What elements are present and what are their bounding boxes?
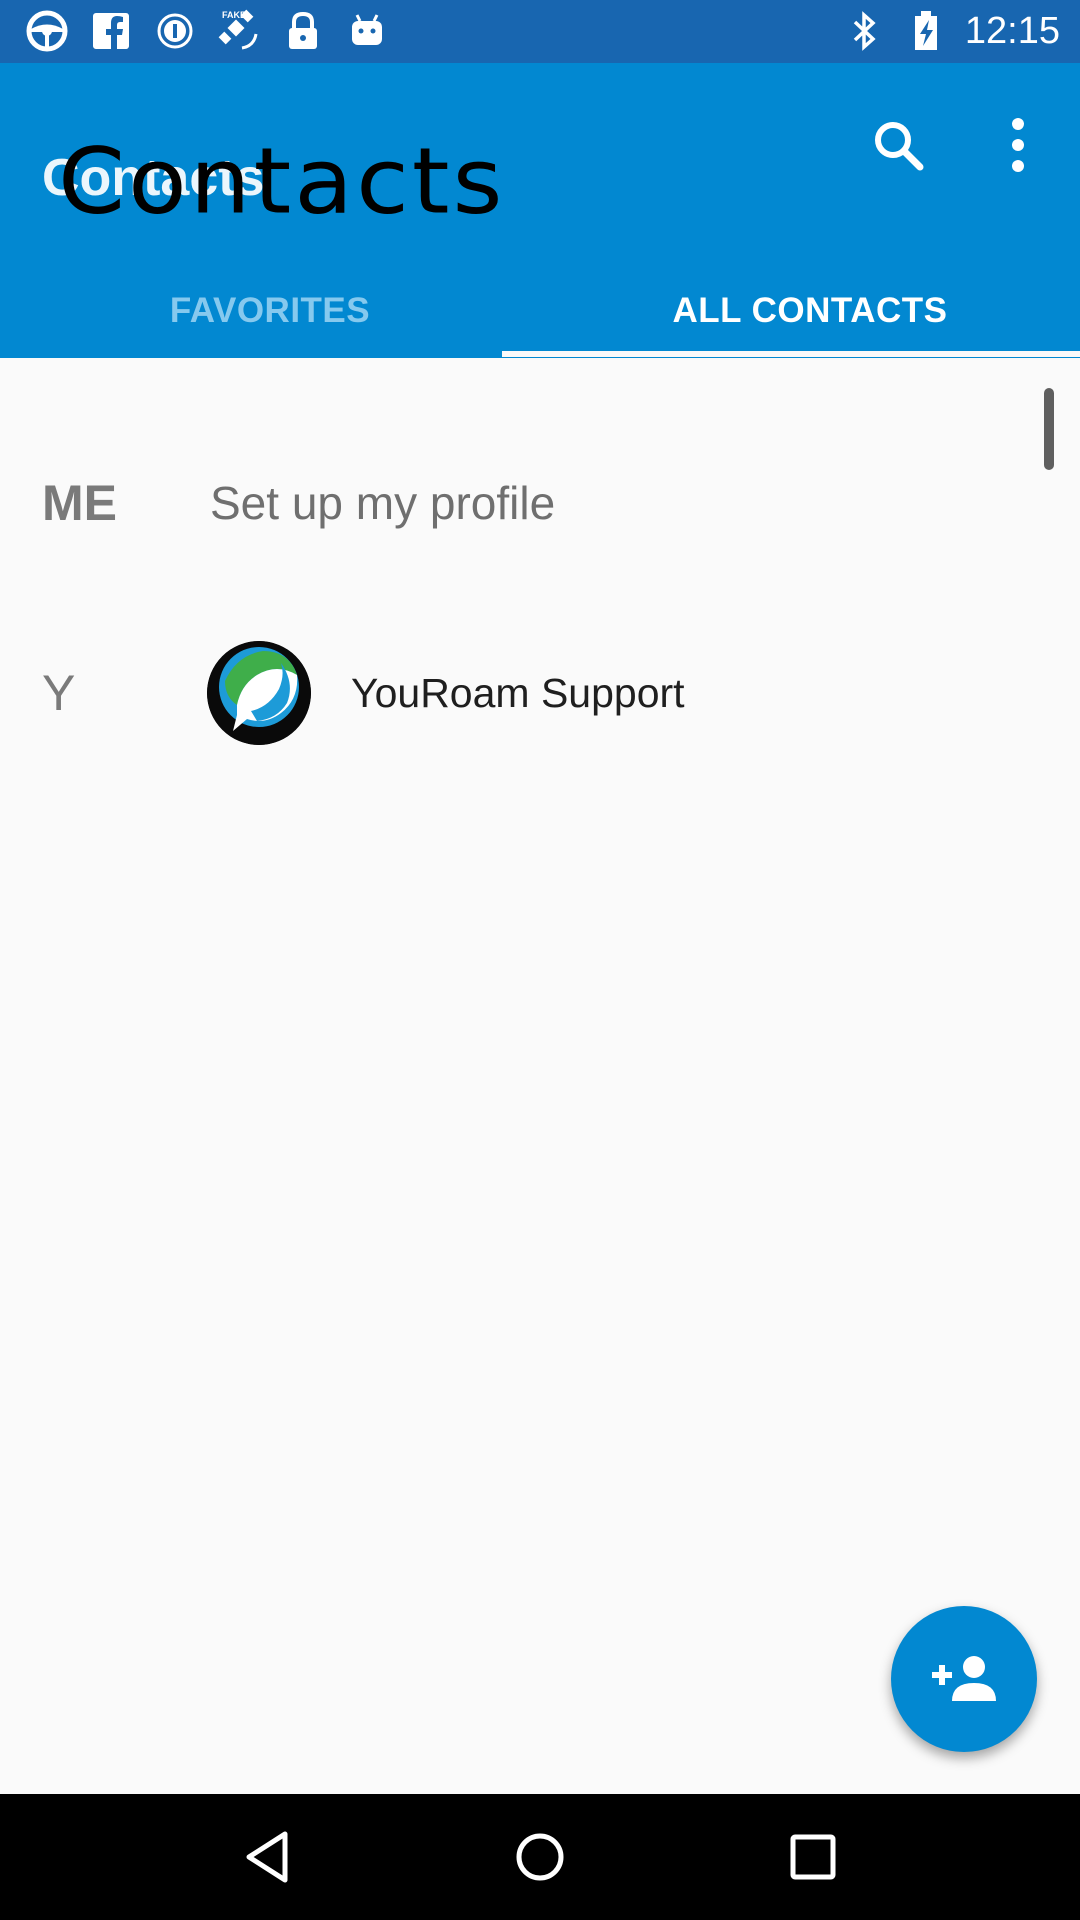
home-icon [516, 1833, 564, 1881]
more-vert-icon [1012, 118, 1024, 172]
add-person-icon [932, 1656, 996, 1701]
scrollbar[interactable] [1044, 388, 1054, 470]
recents-button[interactable] [753, 1807, 873, 1907]
recents-icon [790, 1834, 836, 1880]
lock-icon [280, 8, 326, 54]
section-header-me: ME [42, 475, 117, 531]
status-bar: FAKE 12:15 [0, 0, 1080, 63]
info-circle-icon [152, 8, 198, 54]
add-contact-button[interactable] [891, 1606, 1037, 1752]
battery-icon [903, 8, 949, 54]
list-item-contact[interactable]: Y YouRoam Support [0, 613, 1000, 773]
back-icon [246, 1831, 288, 1883]
clock: 12:15 [964, 9, 1060, 52]
steering-wheel-icon [24, 8, 70, 54]
fake-gps-satellite-icon: FAKE [216, 8, 262, 54]
search-button[interactable] [856, 103, 940, 187]
more-options-button[interactable] [976, 103, 1060, 187]
app-bar: Contacts Contacts FAVORITES ALL CONTACTS [0, 63, 1080, 358]
svg-text:FAKE: FAKE [222, 10, 246, 20]
tab-bar: FAVORITES ALL CONTACTS [0, 263, 1080, 358]
back-button[interactable] [207, 1807, 327, 1907]
list-item-my-profile[interactable]: ME Set up my profile [0, 438, 1000, 568]
search-icon [875, 122, 924, 171]
section-header-letter: Y [42, 665, 76, 721]
facebook-icon [88, 8, 134, 54]
android-icon [344, 8, 390, 54]
tab-favorites[interactable]: FAVORITES [0, 263, 540, 358]
tab-all-contacts[interactable]: ALL CONTACTS [540, 263, 1080, 358]
home-button[interactable] [480, 1807, 600, 1907]
contact-list[interactable]: ME Set up my profile Y YouRoam Support [0, 358, 1080, 1794]
bluetooth-icon [841, 8, 887, 54]
youroam-logo-icon [207, 641, 311, 745]
tab-indicator [502, 351, 1080, 357]
page-title: Contacts Contacts [40, 103, 600, 234]
navigation-bar [0, 1794, 1080, 1920]
title-overlay-text: Contacts [58, 127, 506, 235]
set-up-profile-label: Set up my profile [210, 477, 556, 529]
notification-icons: FAKE [24, 8, 390, 54]
contact-name: YouRoam Support [351, 669, 685, 716]
